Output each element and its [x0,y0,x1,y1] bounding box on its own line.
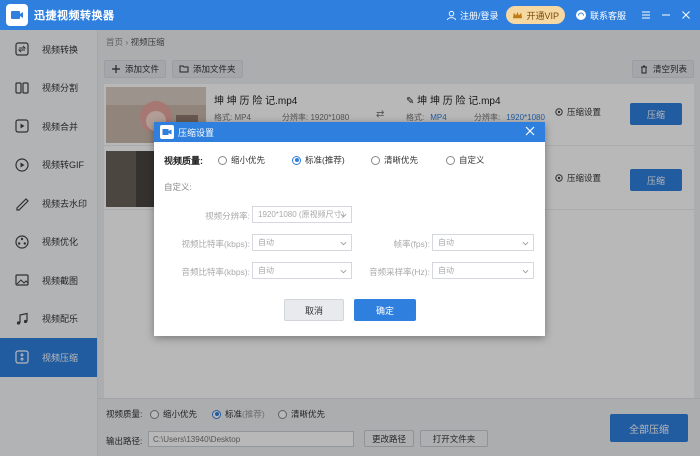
sample-rate-label: 音频采样率(Hz): [369,267,430,277]
dialog-option-small[interactable]: 缩小优先 [218,154,265,166]
audio-bitrate-label: 音频比特率(kbps): [181,267,250,277]
sample-rate-select[interactable]: 自动 [432,262,534,279]
dialog-quality-label: 视频质量: [164,156,203,166]
resolution-label: 视频分辨率: [205,211,250,221]
close-icon[interactable] [676,0,696,30]
contact-service-link[interactable]: 联系客服 [575,9,626,22]
vip-button[interactable]: 开通VIP [506,6,565,24]
dialog-header: 压缩设置 [154,122,545,142]
chevron-down-icon [340,213,347,218]
dialog-title: 压缩设置 [178,127,215,138]
user-icon [446,10,457,20]
dialog-option-custom[interactable]: 自定义 [446,154,485,166]
dialog-close-icon[interactable] [525,126,537,138]
fps-label: 帧率(fps): [393,239,430,249]
crown-icon [513,11,523,18]
cancel-button[interactable]: 取消 [284,299,344,321]
chevron-down-icon [522,241,529,246]
chevron-down-icon [340,269,347,274]
headset-icon [575,10,586,20]
title-bar: 迅捷视频转换器 注册/登录 开通VIP 联系客服 [0,0,700,30]
bitrate-select[interactable]: 自动 [252,234,352,251]
fps-select[interactable]: 自动 [432,234,534,251]
resolution-select[interactable]: 1920*1080 (原视频尺寸) [252,206,352,223]
confirm-button[interactable]: 确定 [354,299,416,321]
app-title: 迅捷视频转换器 [34,10,115,22]
dialog-option-clear[interactable]: 清晰优先 [371,154,418,166]
dialog-option-standard[interactable]: 标准(推荐) [292,154,345,166]
chevron-down-icon [340,241,347,246]
app-logo-icon [6,4,28,26]
menu-icon[interactable] [636,0,656,30]
audio-bitrate-select[interactable]: 自动 [252,262,352,279]
bitrate-label: 视频比特率(kbps): [181,239,250,249]
compress-settings-dialog: 压缩设置 视频质量: 缩小优先 标准(推荐) 清晰优先 自定义 自定义: 视频分… [154,122,545,336]
login-link[interactable]: 注册/登录 [446,9,498,22]
custom-label: 自定义: [164,182,192,192]
app-logo-icon [160,125,174,139]
chevron-down-icon [522,269,529,274]
minimize-icon[interactable] [656,0,676,30]
